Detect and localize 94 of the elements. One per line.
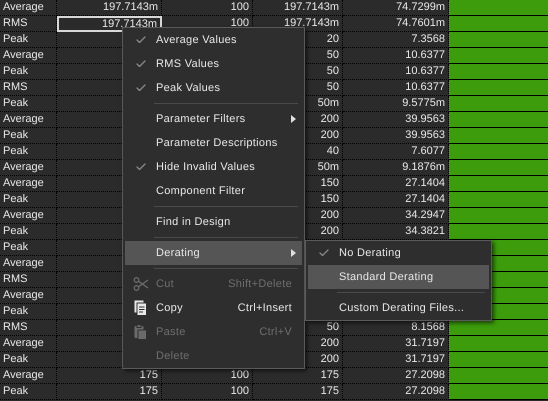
table-cell: 31.7197 (405, 337, 445, 349)
submenu-arrow-icon (291, 249, 296, 257)
row-label: RMS (3, 273, 28, 285)
table-cell: 10.6377 (405, 81, 445, 93)
menu-item[interactable]: Peak Values (125, 76, 302, 100)
table-cell: 27.2098 (405, 385, 445, 397)
menu-item[interactable]: Parameter Filters (125, 107, 302, 131)
table-cell: 150 (320, 193, 339, 205)
table-cell: 50m (318, 97, 339, 109)
menu-item[interactable]: Component Filter (125, 179, 302, 203)
table-cell: 10.6377 (405, 65, 445, 77)
table-cell: 197.7143m (102, 18, 157, 30)
row-label: Peak (3, 97, 28, 109)
menu-item[interactable]: RMS Values (125, 52, 302, 76)
row-label: Average (3, 177, 44, 189)
menu-item[interactable]: Find in Design (125, 210, 302, 234)
table-cell: 200 (320, 337, 339, 349)
row-label: Average (3, 337, 44, 349)
table-cell: 31.7197 (405, 353, 445, 365)
table-cell: 7.3568 (411, 33, 445, 45)
row-label: Average (3, 161, 44, 173)
table-cell: 8.1568 (411, 321, 445, 333)
table-cell: 27.2098 (405, 369, 445, 381)
shortcut-text: Ctrl+V (259, 324, 292, 340)
row-label: Average (3, 49, 44, 61)
row-label: Peak (3, 225, 28, 237)
table-cell: 74.7299m (396, 1, 445, 13)
table-cell: 175 (140, 385, 158, 397)
row-label: Peak (3, 193, 28, 205)
row-label: RMS (3, 17, 28, 29)
table-cell: 50 (326, 321, 339, 333)
table-cell: 100 (230, 369, 249, 381)
table-cell: 27.1404 (405, 177, 445, 189)
table-cell: 50 (326, 49, 339, 61)
table-cell: 50 (326, 65, 339, 77)
row-label: Average (3, 209, 44, 221)
table-cell: 74.7601m (396, 17, 445, 29)
clipboard-icon (134, 324, 147, 340)
table-cell: 200 (320, 353, 339, 365)
table-cell: 9.1876m (402, 161, 445, 173)
table-cell: 40 (326, 145, 339, 157)
row-label: Peak (3, 145, 28, 157)
menu-item[interactable]: Parameter Descriptions (125, 131, 302, 155)
table-cell: 200 (320, 113, 339, 125)
table-cell: 200 (320, 209, 339, 221)
row-label: Peak (3, 33, 28, 45)
table-cell: 50 (326, 81, 339, 93)
row-label: Peak (3, 65, 28, 77)
table-cell: 50m (318, 161, 339, 173)
shortcut-text: Ctrl+Insert (238, 300, 292, 316)
menu-item[interactable]: Hide Invalid Values (125, 155, 302, 179)
menu-item[interactable]: Copy Ctrl+Insert (125, 296, 302, 320)
table-cell: 197.7143m (284, 1, 339, 13)
menu-item[interactable]: Custom Derating Files... (308, 296, 489, 320)
table-cell: 34.3821 (405, 225, 445, 237)
table-cell: 175 (140, 369, 158, 381)
table-cell: 100 (230, 385, 249, 397)
menu-item[interactable]: No Derating (308, 241, 489, 265)
copy-icon (134, 300, 147, 316)
table-cell: 175 (320, 369, 339, 381)
row-label: Peak (3, 241, 28, 253)
table-cell: 39.9563 (405, 113, 445, 125)
row-label: RMS (3, 81, 28, 93)
table-cell: 10.6377 (405, 49, 445, 61)
row-label: Peak (3, 385, 28, 397)
table-cell: 7.6077 (411, 145, 445, 157)
table-cell: 100 (230, 17, 249, 29)
table-cell: 27.1404 (405, 193, 445, 205)
table-cell: 100 (230, 1, 249, 13)
menu-item[interactable]: Average Values (125, 28, 302, 52)
shortcut-text: Shift+Delete (228, 276, 292, 292)
menu-item[interactable]: Standard Derating (308, 265, 489, 289)
table-cell: 175 (320, 385, 339, 397)
row-label: Average (3, 113, 44, 125)
table-cell: 34.2947 (405, 209, 445, 221)
row-label: Average (3, 289, 44, 301)
row-label: Average (3, 257, 44, 269)
menu-item[interactable]: Derating (125, 241, 302, 265)
table-cell: 150 (320, 177, 339, 189)
table-cell: 39.9563 (405, 129, 445, 141)
table-cell: 200 (320, 225, 339, 237)
row-label: Peak (3, 129, 28, 141)
scissors-icon (132, 277, 148, 291)
row-label: Peak (3, 353, 28, 365)
row-label: Average (3, 1, 44, 13)
table-cell: 197.7143m (102, 1, 158, 13)
table-cell: 9.5775m (402, 97, 445, 109)
table-cell: 197.7143m (284, 17, 339, 29)
row-label: Peak (3, 305, 28, 317)
submenu-arrow-icon (291, 115, 296, 123)
row-label: Average (3, 369, 44, 381)
table-cell: 200 (320, 129, 339, 141)
row-label: RMS (3, 321, 28, 333)
table-cell: 20 (326, 33, 339, 45)
